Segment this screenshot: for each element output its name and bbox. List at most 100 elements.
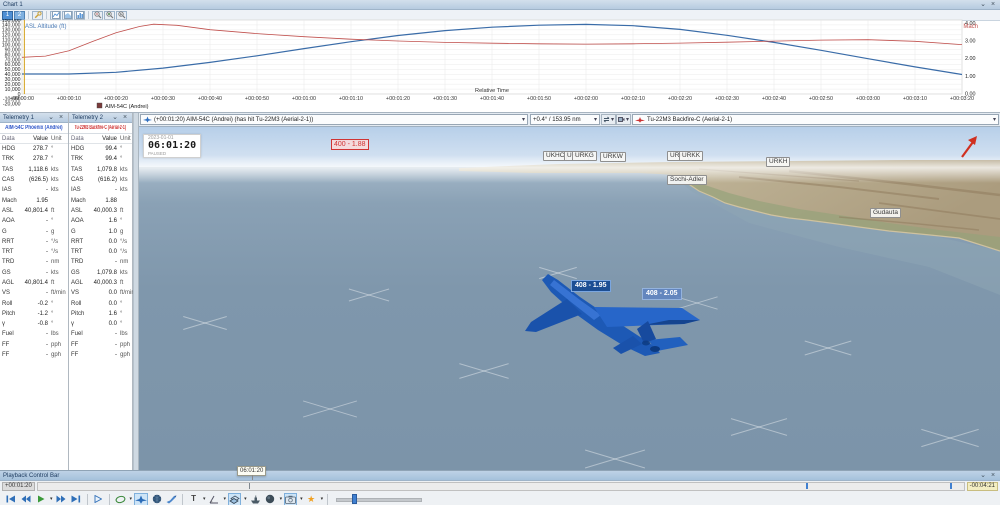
play-button[interactable] [34,493,47,505]
telemetry-cell: 0.0 [88,321,117,327]
svg-text:+00:03:10: +00:03:10 [903,96,927,102]
realtime-play-icon [94,495,102,503]
realtime-play-button[interactable] [92,493,105,505]
fast-forward-button[interactable] [55,493,68,505]
3d-scene[interactable]: 2023-01-01 06:01:20 PAUSED 400 - 1.88 UK… [139,127,1000,471]
label-size-dropdown[interactable]: ▾ [203,496,206,502]
layers-dropdown[interactable]: ▾ [244,496,247,502]
measure-dropdown[interactable]: ▾ [224,496,227,502]
close-icon[interactable]: × [121,114,129,121]
chart-panel: Chart 1 ⌄ × 1 2 [0,0,1000,114]
orbit-camera-button[interactable] [114,493,127,505]
playhead-tooltip[interactable]: 06:01:20 [237,466,266,476]
swap-objects-button[interactable]: ▾ [601,114,616,125]
ship-labels-button[interactable] [249,493,262,505]
remaining-time-box: -00:04:21 [967,482,998,491]
telemetry-cell: 278.7 [19,146,48,152]
fighter-jet-icon [135,495,147,504]
chart-titlebar[interactable]: Chart 1 ⌄ × [0,0,1000,10]
camera-mode-icon [618,116,625,123]
telemetry-cell: ° [117,146,130,152]
bookmark-dropdown[interactable]: ▾ [321,496,324,502]
telemetry-cell: pph [48,342,66,348]
event-mark[interactable] [950,483,953,489]
telemetry-cell: 1,118.6 [19,167,48,173]
svg-text:-20,000: -20,000 [3,102,21,108]
telemetry-cell: ° [48,156,66,162]
svg-text:+00:00:50: +00:00:50 [245,96,269,102]
pin-icon[interactable]: ⌄ [111,114,119,121]
svg-text:+00:02:50: +00:02:50 [809,96,833,102]
play-speed-dropdown[interactable]: ▾ [50,496,53,502]
screenshot-dropdown[interactable]: ▾ [300,496,303,502]
pin-icon[interactable]: ⌄ [979,472,987,479]
camera-object-label: (+00:01:20) AIM-54C (Andrei) (has hit Tu… [154,117,313,123]
telemetry-cell: - [19,249,48,255]
layers-button[interactable] [228,493,241,505]
map-label: URKG [572,151,597,161]
telemetry-cell: FF [71,352,88,358]
screenshot-button[interactable] [284,493,297,505]
close-icon[interactable]: × [989,472,997,479]
measure-tool-button[interactable] [208,493,221,505]
enemy-aircraft-tag[interactable]: 400 - 1.88 [331,139,369,150]
telemetry-row: TRT-°/s [0,247,68,257]
telemetry-cell: VS [2,290,19,296]
bar-chart-icon [76,11,84,19]
telemetry2-titlebar[interactable]: Telemetry 2 ⌄ × [69,113,132,123]
telemetry-cell: ° [48,321,66,327]
svg-text:+00:00:40: +00:00:40 [198,96,222,102]
telemetry1-titlebar[interactable]: Telemetry 1 ⌄ × [0,113,68,123]
bearing-range-box[interactable]: +0.4° / 153.95 nm ▾ [530,114,600,125]
seek-track[interactable] [37,482,965,491]
terrain-globe-button[interactable] [264,493,277,505]
label-size-button[interactable]: T [187,493,200,505]
terrain-dropdown[interactable]: ▾ [280,496,283,502]
pin-icon[interactable]: ⌄ [979,1,987,8]
svg-text:+00:00:10: +00:00:10 [57,96,81,102]
current-time-box: +00:01:20 [2,482,35,491]
secondary-object-tag[interactable]: 408 - 2.05 [642,288,682,300]
telemetry-row: HDG278.7° [0,144,68,154]
speed-slider[interactable] [336,494,422,504]
telemetry-cell: ft [48,280,66,286]
playhead[interactable] [249,483,251,489]
fast-forward-icon [56,495,66,503]
pin-icon[interactable]: ⌄ [47,114,55,121]
svg-text:2.00: 2.00 [965,56,976,62]
svg-text:AIM-54C (Andrei): AIM-54C (Andrei) [105,104,149,110]
close-icon[interactable]: × [57,114,65,121]
telemetry-row: Roll-0.2° [0,298,68,308]
missile-icon [166,495,177,504]
skip-end-button[interactable] [70,493,83,505]
weapon-camera-button[interactable] [165,493,178,505]
camera-mode-button[interactable]: ▾ [616,114,631,125]
svg-text:+00:01:30: +00:01:30 [433,96,457,102]
step-back-button[interactable] [19,493,32,505]
selected-object-tag[interactable]: 408 - 1.95 [571,280,611,292]
telemetry-row: VS0.0ft/min [69,288,132,298]
playback-titlebar[interactable]: Playback Control Bar ⌄ × [0,471,1000,481]
telemetry-cell: TRK [2,156,19,162]
event-mark[interactable] [806,483,809,489]
skip-start-button[interactable] [4,493,17,505]
telemetry-cell: - [19,342,48,348]
bookmark-button[interactable]: ★ [305,493,318,505]
orbit-dropdown[interactable]: ▾ [130,496,133,502]
telemetry-cell: TAS [71,167,88,173]
telemetry-cell: RRT [2,239,19,245]
telemetry-cell: CAS [71,177,88,183]
aircraft-camera-button[interactable] [134,493,148,505]
telemetry-cell: AOA [71,218,88,224]
altitude-mach-chart[interactable]: +00:00:00+00:00:10+00:00:20+00:00:30+00:… [0,19,1000,112]
close-icon[interactable]: × [989,1,997,8]
camera-object-select[interactable]: (+00:01:20) AIM-54C (Andrei) (has hit Tu… [140,114,528,125]
globe-camera-button[interactable] [150,493,163,505]
slider-thumb[interactable] [352,494,357,504]
telemetry-cell: - [88,331,117,337]
telemetry-cell: -0.2 [19,301,48,307]
secondary-object-select[interactable]: Tu-22M3 Backfire-C (Aerial-2-1) ▾ [632,114,999,125]
telemetry-cell: γ [71,321,88,327]
telemetry-cell: CAS [2,177,19,183]
svg-text:+00:01:50: +00:01:50 [527,96,551,102]
